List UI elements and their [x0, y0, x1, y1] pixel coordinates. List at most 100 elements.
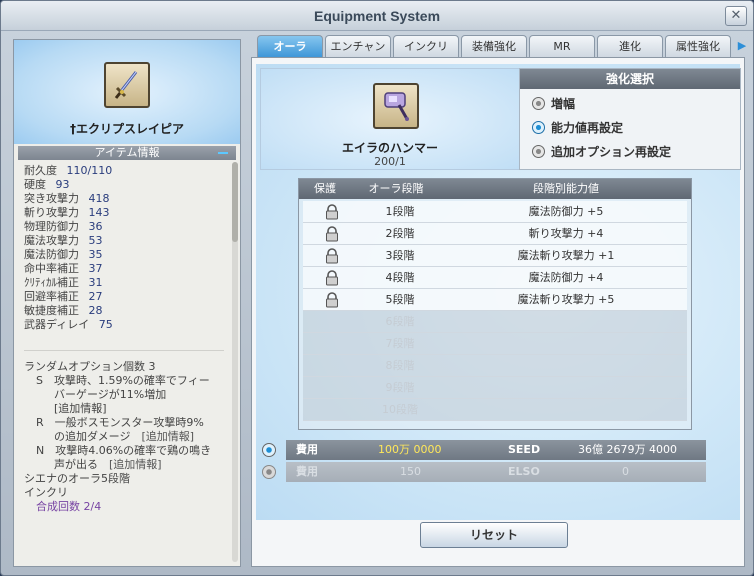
table-row: 6段階 [303, 311, 687, 333]
stat-value: 110/110 [66, 164, 113, 177]
aura-stage-table: 保護 オーラ段階 段階別能力値 1段階 魔法防御力 +5 2段階 斬り攻撃力 +… [298, 178, 692, 430]
option-amplify[interactable]: 増幅 [532, 95, 575, 113]
stat-value: 37 [88, 262, 103, 275]
lock-icon[interactable] [325, 270, 339, 286]
stat-row: 魔法攻撃力 53 [24, 234, 224, 248]
material-count: 200/1 [374, 155, 406, 168]
chevron-right-icon[interactable]: ▶ [736, 38, 748, 54]
tab-inkuri[interactable]: インクリ [393, 35, 459, 57]
stat-label: 物理防御力 [24, 220, 79, 233]
value-cell: 魔法斬り攻撃力 +1 [517, 249, 615, 262]
stat-value: 75 [98, 318, 113, 331]
option-addon-reset[interactable]: 追加オプション再設定 [532, 143, 671, 161]
material-box: エイラのハンマー 200/1 [260, 68, 520, 170]
table-row[interactable]: 4段階 魔法防御力 +4 [303, 267, 687, 289]
item-info-scroll-thumb[interactable] [232, 162, 238, 242]
option-label: 追加オプション再設定 [551, 145, 672, 159]
radio-selected-icon[interactable] [532, 121, 545, 134]
stat-row: 物理防御力 36 [24, 220, 224, 234]
stat-label: 魔法攻撃力 [24, 234, 79, 247]
tab-attribute-enhance[interactable]: 属性強化 [665, 35, 731, 57]
stat-row: 魔法防御力 35 [24, 248, 224, 262]
header-stage: オーラ段階 [368, 182, 424, 195]
synth-count: 合成回数 2/4 [36, 500, 102, 513]
aura-summary: シエナのオーラ5段階 [24, 472, 130, 485]
stat-row: 耐久度 110/110 [24, 164, 224, 178]
window-title: Equipment System [313, 8, 441, 24]
item-info-section-title: アイテム情報 [94, 146, 160, 159]
random-options: ランダムオプション個数 3 S 攻撃時、1.59%の確率でフィー バーゲージが1… [24, 360, 234, 514]
stat-label: 耐久度 [24, 164, 57, 177]
table-row: 7段階 [303, 333, 687, 355]
option-r-info-link[interactable]: [追加情報] [141, 430, 194, 443]
currency-balance: 0 [622, 465, 629, 478]
lock-icon[interactable] [325, 204, 339, 220]
stat-label: ｸﾘﾃｨｶﾙ補正 [24, 276, 79, 289]
option-s-info-link[interactable]: [追加情報] [24, 402, 234, 416]
stat-value: 418 [88, 192, 110, 205]
cost-row-elso[interactable]: 費用 150 ELSO 0 [262, 462, 706, 482]
table-row[interactable]: 2段階 斬り攻撃力 +4 [303, 223, 687, 245]
stat-value: 35 [88, 248, 103, 261]
stage-cell: 8段階 [385, 359, 415, 372]
option-n-info-link[interactable]: [追加情報] [109, 458, 162, 471]
value-cell: 斬り攻撃力 +4 [528, 227, 604, 240]
radio-icon[interactable] [532, 145, 545, 158]
option-count: ランダムオプション個数 3 [24, 360, 156, 373]
reset-button[interactable]: リセット [420, 522, 568, 548]
tab-aura[interactable]: オーラ [257, 35, 323, 57]
stat-row: 敏捷度補正 28 [24, 304, 224, 318]
lock-icon[interactable] [325, 248, 339, 264]
cost-radio-icon[interactable] [262, 465, 276, 479]
stat-label: 命中率補正 [24, 262, 79, 275]
tab-mr[interactable]: MR [529, 35, 595, 57]
item-header: †エクリプスレイピア [14, 40, 240, 144]
hammer-icon[interactable] [373, 83, 419, 129]
stat-row: 突き攻撃力 418 [24, 192, 224, 206]
tab-evolution[interactable]: 進化 [597, 35, 663, 57]
equipment-system-window: Equipment System ✕ †エクリプスレイピア アイテム情報 耐久度… [0, 0, 754, 576]
radio-icon[interactable] [532, 97, 545, 110]
lock-icon[interactable] [325, 292, 339, 308]
rapier-icon[interactable] [104, 62, 150, 108]
cost-radio-selected-icon[interactable] [262, 443, 276, 457]
cost-value: 150 [400, 465, 421, 478]
stat-row: 武器ディレイ 75 [24, 318, 224, 332]
option-label: 増幅 [551, 97, 576, 111]
table-row[interactable]: 5段階 魔法斬り攻撃力 +5 [303, 289, 687, 311]
stage-cell: 4段階 [385, 271, 415, 284]
currency-label: SEED [508, 443, 541, 456]
option-s-line: S 攻撃時、1.59%の確率でフィー [36, 374, 210, 387]
option-stat-reset[interactable]: 能力値再設定 [532, 119, 623, 137]
stat-row: 斬り攻撃力 143 [24, 206, 224, 220]
aura-main-panel: エイラのハンマー 200/1 強化選択 増幅 能力値再設定 追加オプション再設定… [251, 57, 745, 567]
value-cell: 魔法防御力 +4 [528, 271, 604, 284]
enhance-select-title: 強化選択 [520, 69, 740, 89]
stat-row: ｸﾘﾃｨｶﾙ補正 31 [24, 276, 224, 290]
stat-value: 31 [88, 276, 103, 289]
stat-label: 武器ディレイ [24, 318, 90, 331]
title-bar[interactable]: Equipment System ✕ [1, 1, 753, 31]
stat-label: 敏捷度補正 [24, 304, 79, 317]
stage-cell: 1段階 [385, 205, 415, 218]
table-row: 10段階 [303, 399, 687, 421]
enhance-select-panel: 強化選択 増幅 能力値再設定 追加オプション再設定 [519, 68, 741, 170]
tab-equip-enhance[interactable]: 装備強化 [461, 35, 527, 57]
table-row[interactable]: 3段階 魔法斬り攻撃力 +1 [303, 245, 687, 267]
table-row: 8段階 [303, 355, 687, 377]
table-header: 保護 オーラ段階 段階別能力値 [299, 179, 691, 199]
cost-row-seed[interactable]: 費用 100万 0000 SEED 36億 2679万 4000 [262, 440, 706, 460]
option-r-line: R 一般ボスモンスター攻撃時9% [36, 416, 204, 429]
item-stats-list: 耐久度 110/110 硬度 93 突き攻撃力 418 斬り攻撃力 143 物理… [24, 164, 224, 332]
collapse-icon[interactable] [218, 152, 228, 154]
option-n-text: 声が出る [54, 458, 98, 471]
tab-enchant[interactable]: エンチャント [325, 35, 391, 74]
tab-bar: オーラ エンチャント インクリ 装備強化 MR 進化 属性強化 ▶ [257, 35, 751, 74]
close-button[interactable]: ✕ [725, 6, 747, 26]
stage-cell: 3段階 [385, 249, 415, 262]
material-name: エイラのハンマー [341, 141, 438, 155]
table-row[interactable]: 1段階 魔法防御力 +5 [303, 201, 687, 223]
inkuri-label: インクリ [24, 486, 68, 499]
item-info-section-bar: アイテム情報 [18, 146, 236, 160]
lock-icon[interactable] [325, 226, 339, 242]
